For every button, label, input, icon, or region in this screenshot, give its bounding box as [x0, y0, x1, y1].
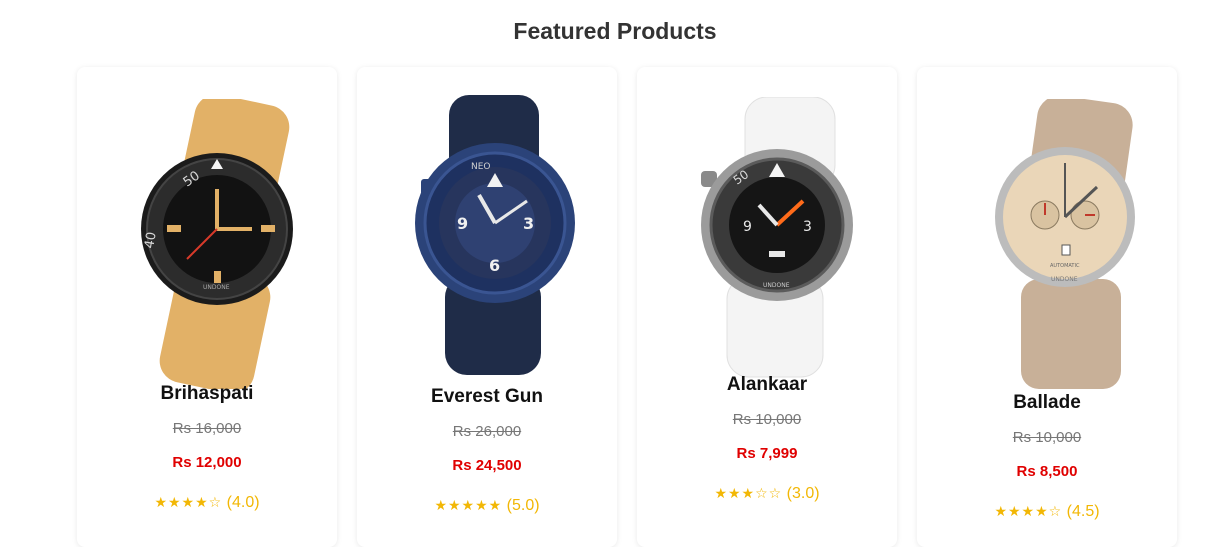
original-price: Rs 26,000: [452, 423, 522, 440]
svg-text:9: 9: [457, 214, 468, 233]
watch-cream-suede-strap-icon: AUTOMATIC UNDONE: [995, 99, 1135, 389]
svg-text:9: 9: [743, 219, 752, 235]
original-price: Rs 10,000: [1012, 429, 1082, 446]
product-name[interactable]: Alankaar: [637, 374, 897, 396]
product-card-alankaar[interactable]: 50 9 3 UNDONE Alankaar Rs 10,000 Rs 7,99…: [637, 67, 897, 547]
svg-text:3: 3: [803, 219, 812, 235]
svg-text:3: 3: [523, 214, 534, 233]
sale-price: Rs 24,500: [452, 457, 522, 474]
sale-price: Rs 8,500: [1016, 463, 1078, 480]
watch-steel-white-strap-icon: 50 9 3 UNDONE: [701, 97, 853, 378]
rating-value: (4.5): [1066, 503, 1100, 520]
section-title: Featured Products: [513, 18, 717, 44]
product-card-ballade[interactable]: AUTOMATIC UNDONE Ballade Rs 10,000 Rs 8,…: [917, 67, 1177, 547]
rating-stars: ★★★★☆: [994, 504, 1063, 520]
product-image-brihaspati[interactable]: 50 40 UNDONE: [107, 99, 307, 389]
rating-stars: ★★★★★: [434, 498, 503, 514]
product-image-alankaar[interactable]: 50 9 3 UNDONE: [667, 97, 867, 387]
original-price: Rs 16,000: [172, 420, 242, 437]
svg-text:UNDONE: UNDONE: [763, 282, 790, 289]
rating-value: (5.0): [506, 497, 540, 514]
product-name[interactable]: Brihaspati: [77, 383, 337, 405]
svg-text:UNDONE: UNDONE: [203, 284, 230, 291]
product-image-ballade[interactable]: AUTOMATIC UNDONE: [947, 99, 1147, 389]
svg-text:40: 40: [142, 231, 160, 250]
svg-text:UNDONE: UNDONE: [1051, 276, 1078, 283]
rating-value: (4.0): [226, 494, 260, 511]
product-rating: ★★★★☆ (4.0): [77, 494, 337, 512]
product-card-everest-gun[interactable]: 9 3 6 NEO Everest Gun Rs 26,000 Rs 24,50…: [357, 67, 617, 547]
rating-value: (3.0): [786, 485, 820, 502]
product-rating: ★★★★☆ (4.5): [917, 503, 1177, 521]
watch-black-tan-strap-icon: 50 40 UNDONE: [141, 99, 293, 389]
product-rating: ★★★★★ (5.0): [357, 497, 617, 515]
rating-stars: ★★★★☆: [154, 495, 223, 511]
svg-text:NEO: NEO: [471, 162, 491, 172]
product-rating: ★★★☆☆ (3.0): [637, 485, 897, 503]
product-card-brihaspati[interactable]: 50 40 UNDONE Brihaspati Rs 16,000 Rs 12,…: [77, 67, 337, 547]
product-image-everest-gun[interactable]: 9 3 6 NEO: [387, 95, 587, 385]
rating-stars: ★★★☆☆: [714, 486, 783, 502]
svg-text:6: 6: [489, 256, 500, 275]
watch-blue-navy-strap-icon: 9 3 6 NEO: [415, 95, 575, 375]
sale-price: Rs 7,999: [736, 445, 798, 462]
original-price: Rs 10,000: [732, 411, 802, 428]
product-name[interactable]: Everest Gun: [357, 386, 617, 408]
sale-price: Rs 12,000: [172, 454, 242, 471]
product-name[interactable]: Ballade: [917, 392, 1177, 414]
svg-text:AUTOMATIC: AUTOMATIC: [1050, 263, 1080, 269]
